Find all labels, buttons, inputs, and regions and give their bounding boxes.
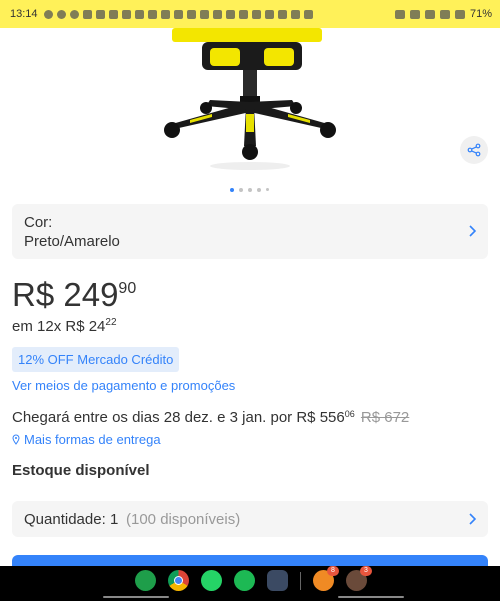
nav-handle [338, 596, 404, 598]
delivery-text: Chegará entre os dias 28 dez. e 3 jan. p… [12, 409, 345, 426]
delivery-info: Chegará entre os dias 28 dez. e 3 jan. p… [12, 409, 409, 426]
product-image[interactable] [0, 28, 500, 200]
phone-icon[interactable] [135, 570, 156, 591]
quantity-available: (100 disponíveis) [126, 511, 241, 528]
color-selector[interactable]: Cor: Preto/Amarelo [12, 204, 488, 259]
alarm-icon [394, 9, 405, 19]
taskbar-divider [300, 571, 301, 590]
gaming-chair-photo [164, 28, 336, 170]
quantity-value: 1 [110, 511, 119, 528]
share-icon [467, 143, 481, 157]
network-icon [424, 9, 435, 19]
wifi-icon [439, 9, 450, 19]
recent-app-icon[interactable]: 8 [313, 566, 339, 591]
signal-icon [454, 9, 465, 19]
delivery-old-price: R$ 672 [360, 409, 410, 426]
system-taskbar: 8 3 [0, 566, 500, 601]
price-currency: R$ [12, 276, 55, 313]
carousel-dot[interactable] [257, 188, 261, 192]
payment-methods-link[interactable]: Ver meios de pagamento e promoções [12, 378, 235, 393]
quantity-label: Quantidade: [24, 511, 106, 528]
status-bar: 13:14 71% [0, 0, 500, 28]
installments-text: em 12x R$ 2422 [12, 317, 117, 335]
stock-status: Estoque disponível [12, 462, 150, 479]
nav-handle [103, 596, 169, 598]
installments-cents: 22 [105, 317, 117, 328]
price-integer: 249 [63, 276, 119, 313]
spotify-icon[interactable] [234, 570, 255, 591]
price-cents: 90 [118, 280, 137, 297]
carousel-indicator[interactable] [230, 188, 269, 192]
system-status-icons: 71% [394, 8, 492, 20]
battery-level: 71% [469, 8, 492, 20]
recent-app-icon[interactable]: 3 [346, 566, 372, 591]
more-delivery-options-link[interactable]: Mais formas de entrega [12, 432, 161, 447]
discount-badge: 12% OFF Mercado Crédito [12, 347, 180, 372]
color-label: Cor: [24, 214, 53, 231]
color-value: Preto/Amarelo [24, 233, 120, 250]
carousel-dot[interactable] [248, 188, 252, 192]
mute-icon [409, 9, 420, 19]
carousel-dot[interactable] [230, 188, 234, 192]
more-delivery-label: Mais formas de entrega [24, 432, 161, 447]
delivery-cents: 06 [344, 409, 355, 419]
location-pin-icon [12, 434, 20, 445]
notification-count: 3 [360, 566, 372, 576]
status-time: 13:14 [10, 8, 38, 20]
share-button[interactable] [460, 136, 488, 164]
chrome-icon[interactable] [168, 570, 189, 591]
quantity-selector[interactable]: Quantidade: 1 (100 disponíveis) [12, 501, 488, 537]
chevron-right-icon [469, 225, 476, 237]
carousel-dot[interactable] [239, 188, 243, 192]
carousel-dot[interactable] [266, 188, 269, 191]
installments-value: em 12x R$ 24 [12, 318, 106, 335]
whatsapp-icon[interactable] [201, 570, 222, 591]
chevron-right-icon [469, 513, 476, 525]
notification-count: 8 [327, 566, 339, 576]
notification-icons [43, 9, 313, 19]
product-price: R$ 24990 [12, 276, 136, 314]
app-grid-icon[interactable] [267, 570, 288, 591]
